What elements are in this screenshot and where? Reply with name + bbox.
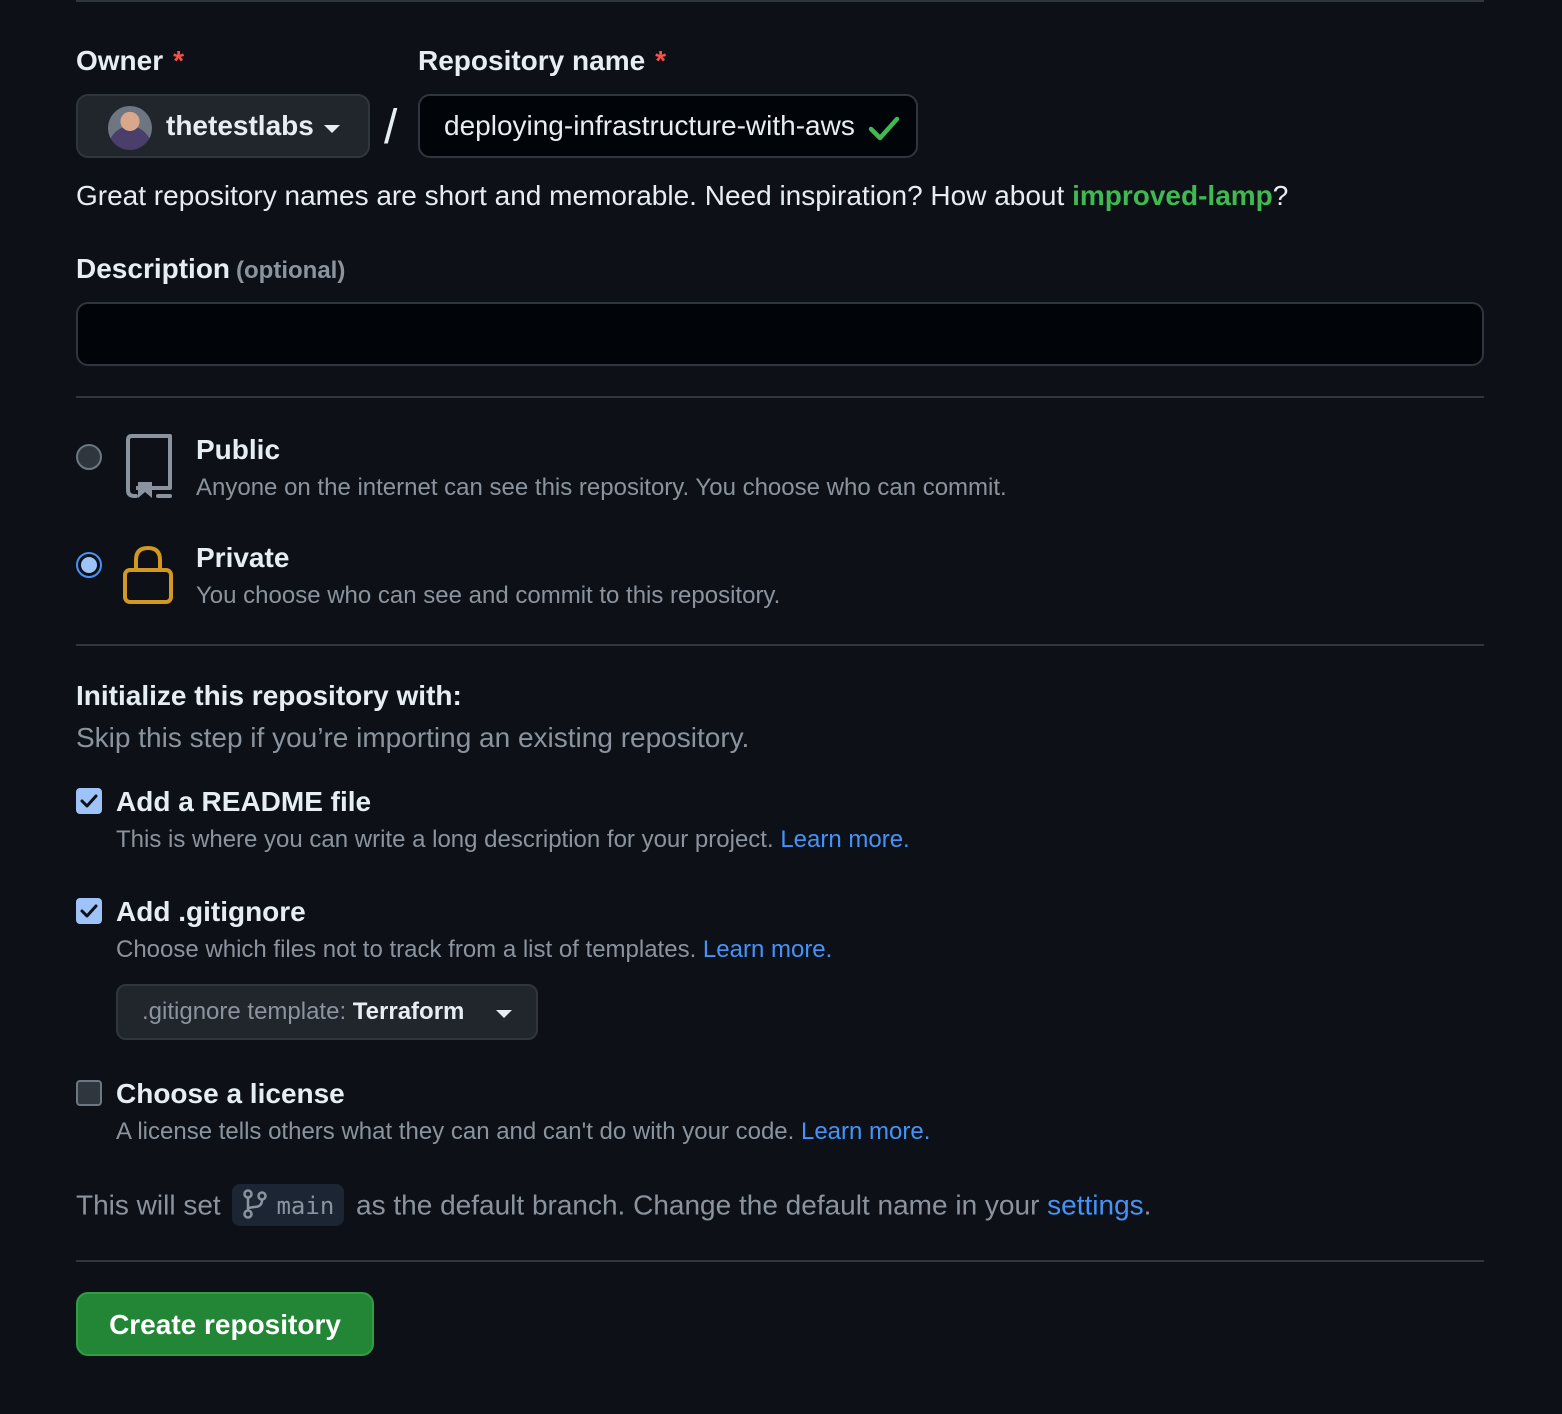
description-label-text: Description bbox=[76, 253, 231, 284]
license-title: Choose a license bbox=[116, 1078, 345, 1109]
divider bbox=[76, 396, 1484, 398]
private-title: Private bbox=[196, 542, 290, 573]
readme-description: This is where you can write a long descr… bbox=[116, 826, 910, 854]
repository-name-hint: Great repository names are short and mem… bbox=[76, 180, 1288, 212]
branch-note-before: This will set bbox=[76, 1189, 229, 1221]
license-description: A license tells others what they can and… bbox=[116, 1118, 930, 1146]
repository-name-label: Repository name * bbox=[418, 45, 666, 77]
divider bbox=[76, 644, 1484, 646]
git-branch-icon bbox=[243, 1188, 268, 1219]
checkmark-icon bbox=[80, 904, 98, 918]
checkmark-icon bbox=[80, 794, 98, 808]
repository-name-input[interactable]: deploying-infrastructure-with-aws bbox=[418, 94, 918, 158]
owner-label-text: Owner bbox=[76, 45, 164, 76]
gitignore-template-text: .gitignore template: Terraform bbox=[142, 998, 464, 1026]
required-mark: * bbox=[655, 45, 667, 76]
create-repository-button[interactable]: Create repository bbox=[76, 1292, 374, 1356]
hint-suffix: ? bbox=[1272, 180, 1289, 211]
owner-name: thetestlabs bbox=[166, 110, 314, 141]
required-mark: * bbox=[173, 45, 185, 76]
gitignore-learn-more-link[interactable]: Learn more. bbox=[703, 936, 832, 963]
readme-learn-more-link[interactable]: Learn more. bbox=[780, 826, 909, 853]
public-description: Anyone on the internet can see this repo… bbox=[196, 474, 1007, 501]
triangle-down-icon bbox=[496, 1010, 512, 1018]
initialize-title: Initialize this repository with: bbox=[76, 680, 462, 711]
private-description: You choose who can see and commit to thi… bbox=[196, 582, 781, 609]
repo-icon bbox=[126, 434, 172, 498]
create-repository-label: Create repository bbox=[109, 1309, 341, 1340]
default-branch-note: This will set main as the default branch… bbox=[76, 1184, 1152, 1228]
triangle-down-icon bbox=[324, 125, 340, 133]
settings-link[interactable]: settings bbox=[1047, 1189, 1144, 1220]
branch-note-end: . bbox=[1143, 1189, 1152, 1221]
optional-hint: (optional) bbox=[236, 257, 346, 284]
readme-description-text: This is where you can write a long descr… bbox=[116, 826, 781, 853]
hint-text: Great repository names are short and mem… bbox=[76, 180, 1073, 211]
gitignore-title: Add .gitignore bbox=[116, 896, 306, 927]
readme-title: Add a README file bbox=[116, 786, 372, 817]
avatar bbox=[108, 106, 152, 150]
gitignore-description-text: Choose which files not to track from a l… bbox=[116, 936, 703, 963]
owner-dropdown[interactable]: thetestlabs bbox=[76, 94, 370, 158]
gitignore-checkbox[interactable] bbox=[76, 898, 102, 924]
public-title: Public bbox=[196, 434, 281, 465]
repository-name-label-text: Repository name bbox=[418, 45, 646, 76]
gitignore-template-prefix: .gitignore template: bbox=[142, 998, 353, 1025]
branch-name: main bbox=[276, 1192, 335, 1220]
repository-name-value: deploying-infrastructure-with-aws bbox=[444, 110, 855, 141]
new-repository-form: Owner * Repository name * thetestlabs / de… bbox=[0, 0, 1562, 1414]
readme-checkbox[interactable] bbox=[76, 788, 102, 814]
lock-icon bbox=[123, 545, 173, 604]
description-input[interactable] bbox=[76, 302, 1484, 366]
owner-label: Owner * bbox=[76, 45, 184, 77]
private-radio[interactable] bbox=[76, 552, 102, 578]
divider bbox=[76, 1260, 1484, 1262]
branch-pill: main bbox=[232, 1184, 345, 1226]
public-radio[interactable] bbox=[76, 444, 102, 470]
branch-note-after: as the default branch. Change the defaul… bbox=[348, 1189, 1048, 1221]
owner-repo-separator: / bbox=[384, 101, 398, 154]
gitignore-template-dropdown[interactable]: .gitignore template: Terraform bbox=[116, 984, 538, 1040]
gitignore-template-value: Terraform bbox=[352, 998, 465, 1025]
description-label: Description (optional) bbox=[76, 253, 345, 285]
name-suggestion-link[interactable]: improved-lamp bbox=[1072, 180, 1273, 211]
divider-top bbox=[76, 0, 1484, 2]
initialize-subtitle: Skip this step if you’re importing an ex… bbox=[76, 722, 750, 753]
gitignore-description: Choose which files not to track from a l… bbox=[116, 936, 832, 964]
license-learn-more-link[interactable]: Learn more. bbox=[801, 1118, 930, 1145]
check-icon bbox=[868, 116, 900, 141]
license-checkbox[interactable] bbox=[76, 1080, 102, 1106]
license-description-text: A license tells others what they can and… bbox=[116, 1118, 801, 1145]
